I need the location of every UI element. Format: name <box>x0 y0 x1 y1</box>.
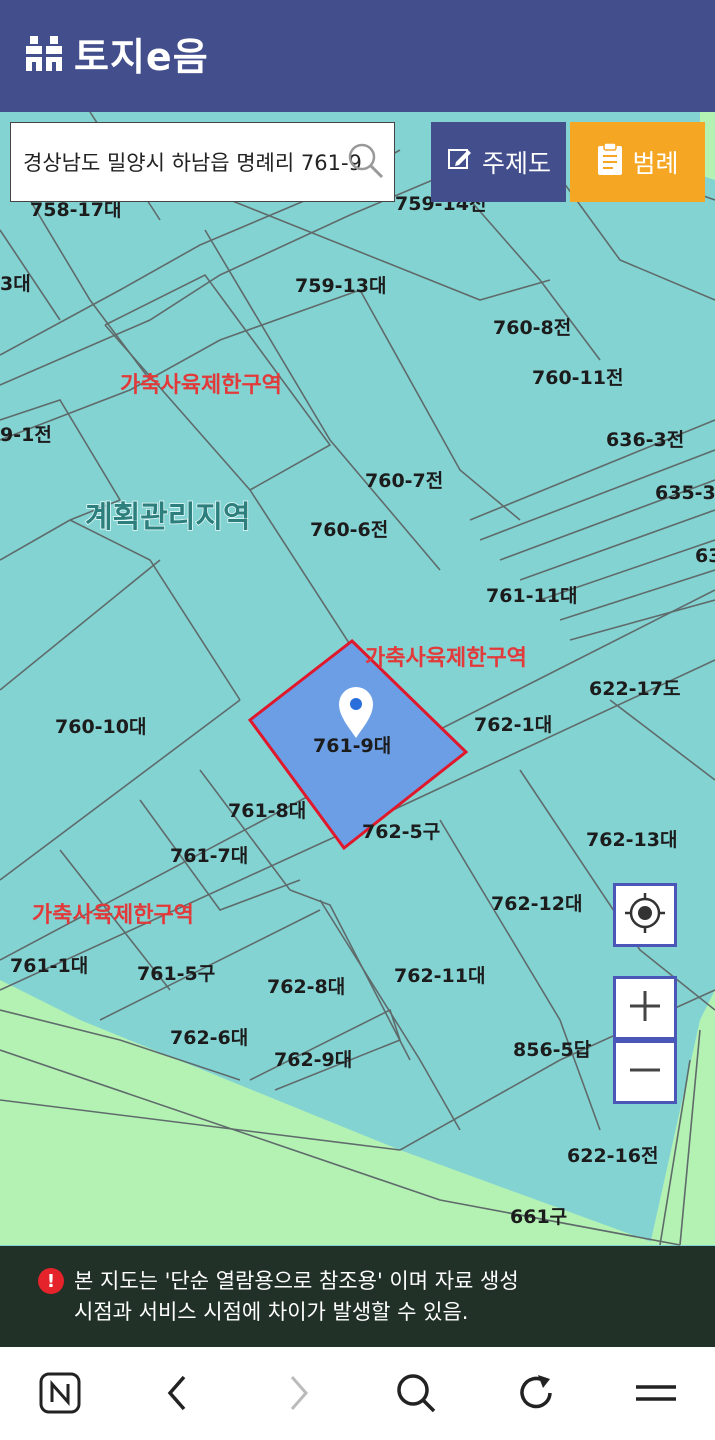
parcel-label: 9-1전 <box>0 424 52 446</box>
menu-icon[interactable] <box>632 1369 680 1417</box>
legend-label: 범례 <box>632 149 679 178</box>
parcel-label: 3대 <box>0 273 31 295</box>
parcel-label: 761-7대 <box>170 845 248 867</box>
zoom-out-button[interactable] <box>613 1040 677 1104</box>
disclaimer-line-1: 본 지도는 '단순 열람용으로 참조용' 이며 자료 생성 <box>74 1269 519 1293</box>
zoom-in-button[interactable] <box>613 976 677 1040</box>
parcel-label: 622-16전 <box>567 1145 658 1167</box>
app-logo[interactable]: 토지e음 <box>24 28 209 79</box>
minus-icon <box>627 1052 663 1092</box>
legend-button[interactable]: 범례 <box>570 122 705 202</box>
zone-label: 가축사육제한구역 <box>32 903 194 928</box>
plus-icon <box>627 988 663 1028</box>
parcel-label: 762-9대 <box>274 1049 352 1071</box>
parcel-label: 635-3 <box>655 482 715 504</box>
my-location-button[interactable] <box>613 883 677 947</box>
logo-building-icon <box>24 32 66 74</box>
parcel-label: 761-11대 <box>486 585 577 607</box>
parcel-label: 856-5답 <box>513 1039 592 1061</box>
refresh-icon[interactable] <box>512 1369 560 1417</box>
parcel-label: 758-17대 <box>30 199 121 221</box>
search-icon[interactable] <box>392 1369 440 1417</box>
disclaimer-line-2: 시점과 서비스 시점에 차이가 발생할 수 있음. <box>74 1300 469 1324</box>
parcel-label: 63 <box>695 545 715 567</box>
parcel-label: 762-5구 <box>362 821 440 843</box>
area-label: 계획관리지역 <box>85 500 251 535</box>
parcel-label: 762-13대 <box>586 829 677 851</box>
forward-icon[interactable] <box>274 1369 322 1417</box>
parcel-label: 760-8전 <box>493 317 571 339</box>
parcel-label: 762-1대 <box>474 714 552 736</box>
zone-label: 가축사육제한구역 <box>120 373 282 398</box>
theme-map-button[interactable]: 주제도 <box>431 122 566 202</box>
parcel-label: 762-6대 <box>170 1027 248 1049</box>
back-icon[interactable] <box>154 1369 202 1417</box>
parcel-label: 760-10대 <box>55 716 146 738</box>
parcel-label: 760-7전 <box>365 470 443 492</box>
clipboard-icon <box>596 142 624 182</box>
parcel-label: 622-17도 <box>589 678 680 700</box>
edit-icon <box>446 145 474 179</box>
land-map[interactable]: 계획관리지역 가축사육제한구역 가축사육제한구역 가축사육제한구역 758-17… <box>0 112 715 1246</box>
alert-icon: ! <box>38 1268 64 1294</box>
parcel-label: 761-5구 <box>137 963 215 985</box>
theme-map-label: 주제도 <box>481 149 551 178</box>
selected-parcel-label: 761-9대 <box>313 735 391 757</box>
logo-text: 토지e음 <box>74 34 209 79</box>
address-search-input[interactable] <box>23 150 393 174</box>
parcel-label: 762-8대 <box>267 976 345 998</box>
disclaimer-text: 본 지도는 '단순 열람용으로 참조용' 이며 자료 생성 시점과 서비스 시점… <box>74 1266 519 1347</box>
parcel-label: 760-11전 <box>532 367 623 389</box>
parcel-label: 636-3전 <box>606 429 684 451</box>
parcel-label: 761-8대 <box>228 800 306 822</box>
zone-label: 가축사육제한구역 <box>365 646 527 671</box>
search-icon[interactable] <box>344 139 388 183</box>
parcel-label: 759-13대 <box>295 275 386 297</box>
map-canvas[interactable]: 계획관리지역 가축사육제한구역 가축사육제한구역 가축사육제한구역 758-17… <box>0 112 715 1246</box>
app-header: 토지e음 <box>0 0 715 112</box>
crosshair-icon <box>623 891 667 939</box>
parcel-label: 760-6전 <box>310 519 388 541</box>
parcel-label: 661구 <box>510 1206 567 1228</box>
address-search-box[interactable] <box>10 122 395 202</box>
parcel-label: 762-12대 <box>491 893 582 915</box>
parcel-label: 762-11대 <box>394 965 485 987</box>
disclaimer-notice: ! 본 지도는 '단순 열람용으로 참조용' 이며 자료 생성 시점과 서비스 … <box>0 1246 715 1347</box>
browser-nav-bar <box>0 1347 715 1440</box>
parcel-label: 761-1대 <box>10 955 88 977</box>
naver-icon[interactable] <box>36 1369 84 1417</box>
